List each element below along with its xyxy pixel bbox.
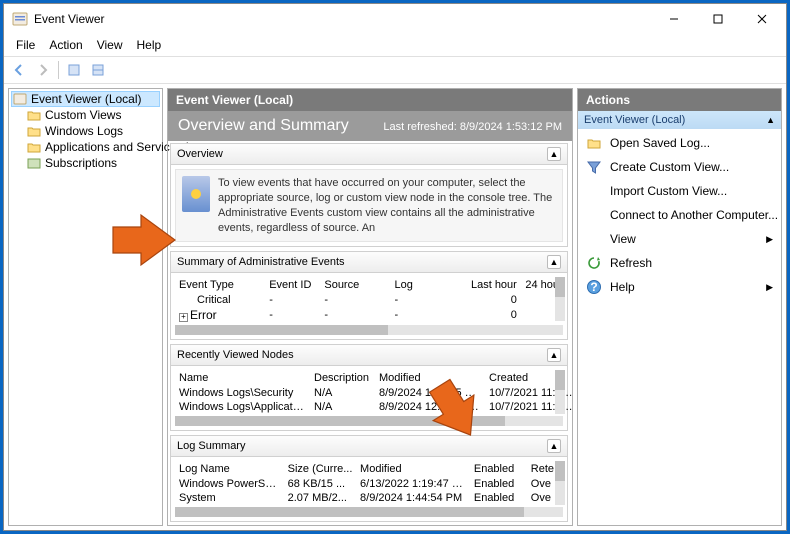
tree-root-label: Event Viewer (Local) xyxy=(31,92,142,106)
collapse-toggle[interactable]: ▲ xyxy=(547,255,561,269)
app-window: Event Viewer File Action View Help Event… xyxy=(3,3,787,531)
last-refreshed: Last refreshed: 8/9/2024 1:53:12 PM xyxy=(383,121,562,133)
action-label: Create Custom View... xyxy=(610,160,729,174)
minimize-button[interactable] xyxy=(652,5,696,33)
table-row[interactable]: Windows Logs\SecurityN/A8/9/2024 1:53:35… xyxy=(175,386,572,400)
overview-text: To view events that have occurred on you… xyxy=(218,176,556,235)
action-connect-computer[interactable]: Connect to Another Computer... xyxy=(578,203,781,227)
action-view[interactable]: View ▶ xyxy=(578,227,781,251)
svg-text:?: ? xyxy=(590,280,597,294)
tree-windows-logs[interactable]: Windows Logs xyxy=(11,123,160,139)
table-header-row: Event Type Event ID Source Log Last hour… xyxy=(175,277,563,293)
refresh-icon xyxy=(586,255,602,271)
table-row[interactable]: System2.07 MB/2...8/9/2024 1:44:54 PMEna… xyxy=(175,491,563,505)
action-label: Help xyxy=(610,280,635,294)
actions-pane: Actions Event Viewer (Local) ▲ Open Save… xyxy=(577,88,782,526)
action-help[interactable]: ? Help ▶ xyxy=(578,275,781,299)
menu-view[interactable]: View xyxy=(91,36,129,54)
filter-icon xyxy=(586,159,602,175)
overview-banner: Overview and Summary Last refreshed: 8/9… xyxy=(168,111,572,141)
action-label: View xyxy=(610,232,636,246)
collapse-toggle[interactable]: ▲ xyxy=(547,439,561,453)
table-row[interactable]: Windows PowerShell68 KB/15 ...6/13/2022 … xyxy=(175,477,563,491)
tree-label: Windows Logs xyxy=(45,124,123,138)
section-title: Recently Viewed Nodes xyxy=(177,349,294,361)
horizontal-scrollbar[interactable] xyxy=(175,416,563,426)
section-title: Log Summary xyxy=(177,440,245,452)
toolbar-button-1[interactable] xyxy=(63,59,85,81)
section-title: Summary of Administrative Events xyxy=(177,256,345,268)
table-row[interactable]: +Error --- 0 xyxy=(175,307,563,323)
actions-group-header[interactable]: Event Viewer (Local) ▲ xyxy=(578,111,781,129)
action-label: Import Custom View... xyxy=(610,184,727,198)
back-button[interactable] xyxy=(8,59,30,81)
collapse-toggle[interactable]: ▲ xyxy=(547,147,561,161)
action-label: Refresh xyxy=(610,256,652,270)
blank-icon xyxy=(586,183,602,199)
folder-icon xyxy=(27,124,41,138)
blank-icon xyxy=(586,207,602,223)
menubar: File Action View Help xyxy=(4,34,786,56)
event-viewer-icon xyxy=(13,92,27,106)
action-open-saved-log[interactable]: Open Saved Log... xyxy=(578,131,781,155)
vertical-scrollbar[interactable] xyxy=(555,370,565,414)
titlebar: Event Viewer xyxy=(4,4,786,34)
action-import-custom-view[interactable]: Import Custom View... xyxy=(578,179,781,203)
menu-file[interactable]: File xyxy=(10,36,41,54)
vertical-scrollbar[interactable] xyxy=(555,277,565,321)
console-tree-pane: Event Viewer (Local) Custom Views Window… xyxy=(8,88,163,526)
menu-help[interactable]: Help xyxy=(131,36,168,54)
folder-open-icon xyxy=(586,135,602,151)
folder-icon xyxy=(27,108,41,122)
table-row[interactable]: Critical --- 0 xyxy=(175,293,563,307)
blank-icon xyxy=(586,231,602,247)
center-pane: Event Viewer (Local) Overview and Summar… xyxy=(167,88,573,526)
section-title: Overview xyxy=(177,148,223,160)
horizontal-scrollbar[interactable] xyxy=(175,507,563,517)
tree-custom-views[interactable]: Custom Views xyxy=(11,107,160,123)
center-title: Event Viewer (Local) xyxy=(168,89,572,111)
actions-header: Actions xyxy=(578,89,781,111)
table-header-row: Log Name Size (Curre... Modified Enabled… xyxy=(175,461,563,477)
tree-apps-services-logs[interactable]: Applications and Services Logs xyxy=(11,139,160,155)
overview-heading: Overview and Summary xyxy=(178,117,349,135)
maximize-button[interactable] xyxy=(696,5,740,33)
table-header-row: Name Description Modified Created xyxy=(175,370,572,386)
toolbar-button-2[interactable] xyxy=(87,59,109,81)
tree-root-event-viewer[interactable]: Event Viewer (Local) xyxy=(11,91,160,107)
horizontal-scrollbar[interactable] xyxy=(175,325,563,335)
close-button[interactable] xyxy=(740,5,784,33)
toolbar xyxy=(4,56,786,84)
log-summary-section: Log Summary ▲ Log Name Size (Curre... Mod… xyxy=(170,435,568,522)
help-icon: ? xyxy=(586,279,602,295)
vertical-scrollbar[interactable] xyxy=(555,461,565,505)
forward-button[interactable] xyxy=(32,59,54,81)
action-create-custom-view[interactable]: Create Custom View... xyxy=(578,155,781,179)
table-row[interactable]: Windows Logs\ApplicationN/A8/9/2024 12:4… xyxy=(175,400,572,414)
submenu-arrow-icon: ▶ xyxy=(766,282,773,293)
folder-icon xyxy=(27,140,41,154)
expander-icon[interactable]: + xyxy=(179,313,188,322)
overview-icon xyxy=(182,176,210,212)
subscriptions-icon xyxy=(27,156,41,170)
submenu-arrow-icon: ▶ xyxy=(766,234,773,245)
tree-label: Subscriptions xyxy=(45,156,117,170)
summary-table: Event Type Event ID Source Log Last hour… xyxy=(175,277,563,323)
recent-section: Recently Viewed Nodes▲ Name Description … xyxy=(170,344,568,431)
tree-subscriptions[interactable]: Subscriptions xyxy=(11,155,160,171)
summary-section: Summary of Administrative Events ▲ Event … xyxy=(170,251,568,340)
collapse-toggle[interactable]: ▲ xyxy=(766,115,775,125)
actions-group-label: Event Viewer (Local) xyxy=(584,114,685,126)
recent-table: Name Description Modified Created Window… xyxy=(175,370,572,414)
menu-action[interactable]: Action xyxy=(43,36,88,54)
action-label: Open Saved Log... xyxy=(610,136,710,150)
app-icon xyxy=(12,11,28,27)
collapse-toggle[interactable]: ▲ xyxy=(547,348,561,362)
action-label: Connect to Another Computer... xyxy=(610,208,778,222)
window-title: Event Viewer xyxy=(34,12,652,26)
action-refresh[interactable]: Refresh xyxy=(578,251,781,275)
overview-section: Overview ▲ To view events that have occur… xyxy=(170,143,568,247)
log-table: Log Name Size (Curre... Modified Enabled… xyxy=(175,461,563,505)
tree-label: Custom Views xyxy=(45,108,121,122)
